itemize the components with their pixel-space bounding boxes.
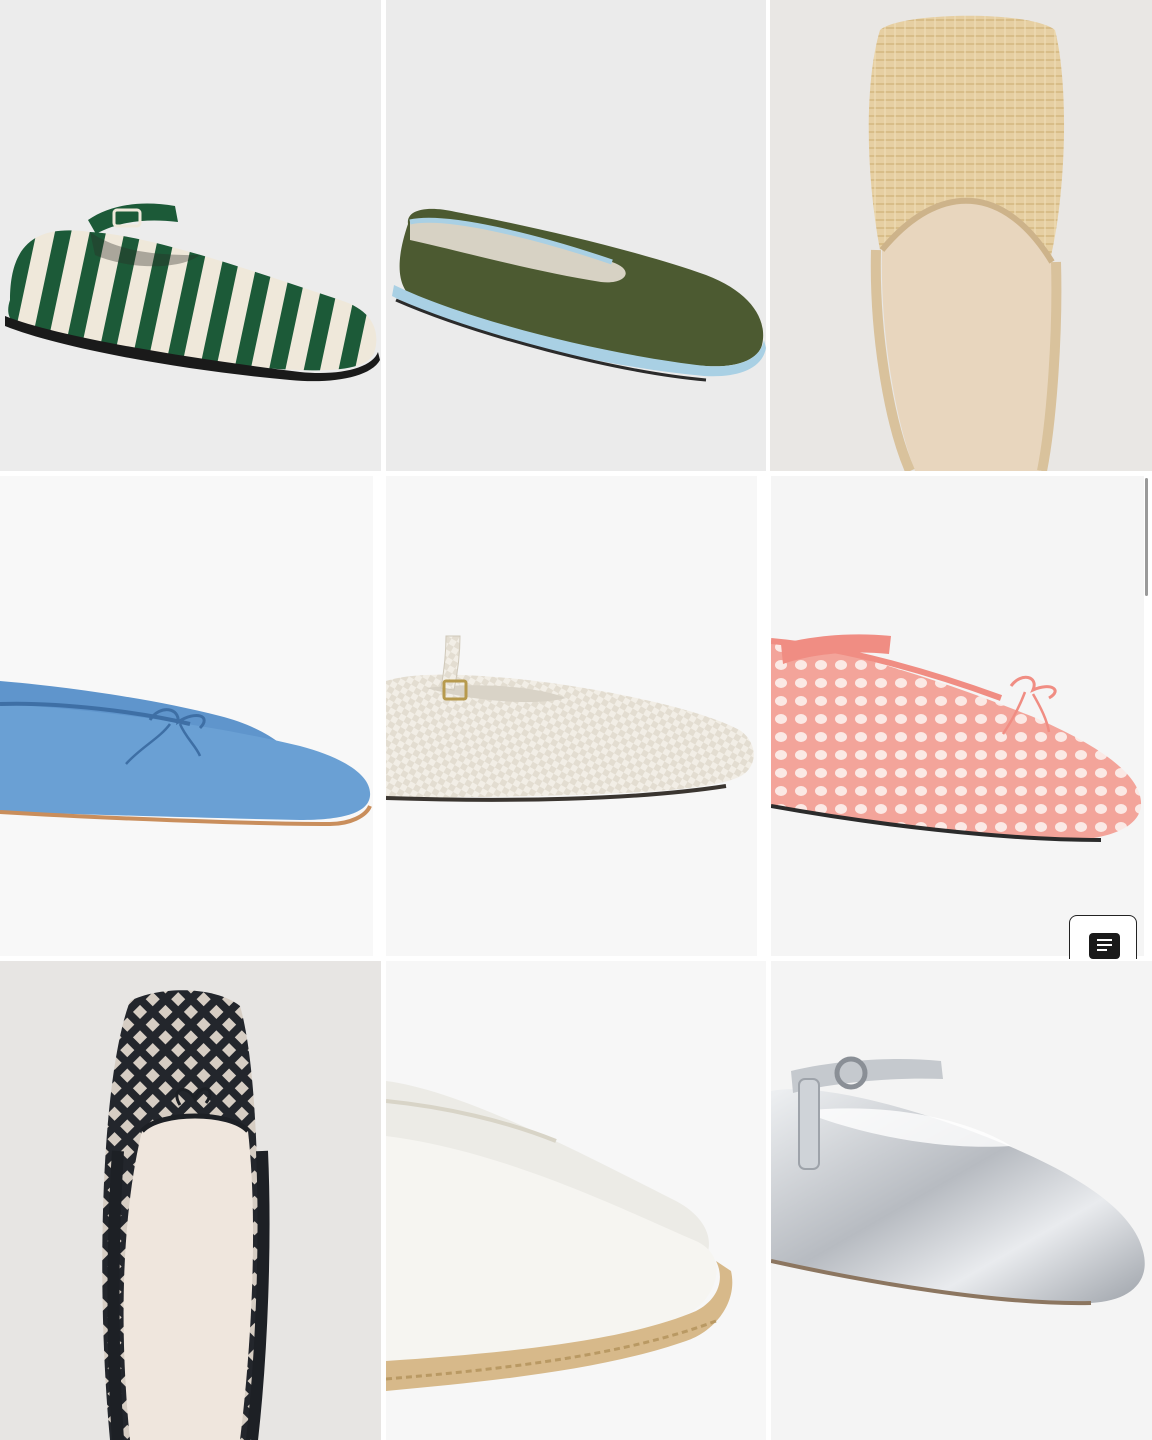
product-tile-silver-mary-jane[interactable] [771, 961, 1152, 1440]
black-woven-ballet-flat-image [102, 990, 270, 1440]
cream-woven-mary-jane-image [386, 635, 754, 802]
silver-mary-jane-image [771, 1056, 1145, 1306]
product-grid [0, 0, 1152, 1440]
blue-ballet-flat-image [0, 681, 372, 827]
raffia-mule-image [868, 15, 1065, 471]
olive-slipper-image [392, 208, 766, 382]
green-stripe-mary-jane-image [5, 203, 380, 382]
list-menu-icon [1089, 933, 1120, 959]
page-scrollbar[interactable] [1144, 476, 1150, 600]
product-tile-olive-slipper[interactable] [386, 0, 766, 471]
product-tile-raffia-mule[interactable] [770, 0, 1152, 471]
product-tile-black-woven-ballet-flat[interactable] [0, 961, 381, 1440]
product-tile-blue-ballet-flat[interactable] [0, 476, 373, 956]
white-espadrille-image [386, 1081, 733, 1391]
product-tile-green-stripe-mary-jane[interactable] [0, 0, 381, 471]
scrollbar-thumb[interactable] [1145, 478, 1148, 596]
list-menu-button[interactable] [1069, 915, 1137, 959]
product-tile-pink-mesh-ballet-flat[interactable] [771, 476, 1144, 956]
product-tile-white-espadrille[interactable] [386, 961, 766, 1440]
pink-mesh-ballet-flat-image [771, 634, 1142, 842]
product-tile-cream-woven-mary-jane[interactable] [386, 476, 757, 956]
